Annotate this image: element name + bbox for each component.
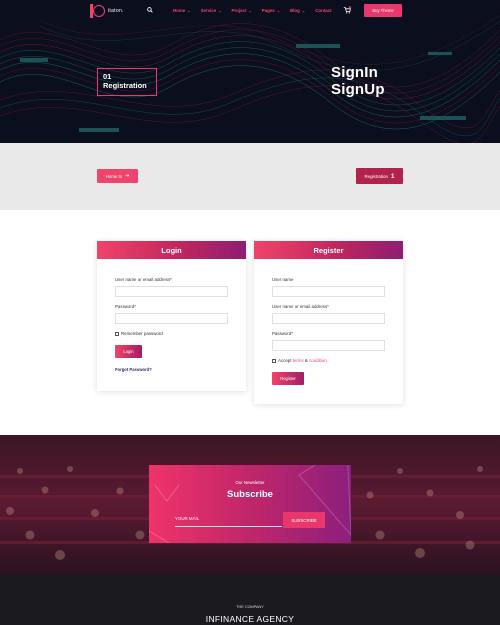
main-menu: Home ⌄ Service ⌄ Project ⌄ Pages ⌄ Blog ⌄ Con… [173, 8, 342, 13]
register-card: Register User name User name or email ad… [254, 241, 403, 404]
chevron-down-icon: ⌄ [301, 8, 306, 13]
footer: THE COMPANY INFINANCE AGENCY [0, 575, 500, 625]
arrow-right-icon: ➜ [125, 173, 130, 179]
chevron-down-icon: ⌄ [276, 8, 281, 13]
logo-text: itaton. [108, 8, 124, 14]
breadcrumb-band: Home to ➜ Registration 1 [0, 143, 500, 210]
menu-item-home[interactable]: Home ⌄ [173, 8, 191, 13]
condition-link[interactable]: condition [309, 358, 327, 363]
buy-theme-button[interactable]: Buy Theme [364, 4, 402, 17]
newsletter-kicker: Our Newsletter [235, 480, 265, 485]
menu-item-contact[interactable]: Contact [315, 8, 331, 13]
accept-prefix: Accept [278, 358, 292, 363]
login-title: Login [97, 241, 246, 259]
forgot-password-link[interactable]: Forgot Password? [115, 367, 152, 372]
terms-link[interactable]: terms [293, 358, 304, 363]
current-breadcrumb: Registration 1 [356, 168, 403, 184]
register-username-label: User name [272, 277, 294, 282]
home-breadcrumb-button[interactable]: Home to ➜ [97, 169, 138, 183]
remember-label: Remember password [121, 331, 163, 336]
accept-terms-row: Accept terms & condition [272, 358, 327, 363]
login-button[interactable]: Login [115, 345, 142, 358]
remember-row: Remember password [115, 331, 163, 336]
newsletter-title: Subscribe [227, 489, 273, 500]
accept-terms-checkbox[interactable] [272, 358, 276, 363]
hero-title-line2: SignUp [331, 81, 385, 98]
and-label: & [304, 358, 308, 363]
decorative-shapes [149, 465, 351, 543]
newsletter-box: Our Newsletter Subscribe YOUR MAIL SUBSC… [149, 465, 351, 543]
menu-item-pages[interactable]: Pages ⌄ [262, 8, 280, 13]
hero-title-line1: SignIn [331, 64, 379, 81]
register-password-input[interactable] [272, 340, 385, 351]
register-email-label: User name or email address* [272, 304, 329, 309]
login-username-input[interactable] [115, 286, 228, 297]
current-breadcrumb-label: Registration [364, 173, 388, 179]
chevron-down-icon: ⌄ [248, 8, 252, 13]
mail-input-underline [175, 526, 282, 527]
register-title: Register [254, 241, 403, 259]
login-card: Login User name or email address* Passwo… [97, 241, 246, 391]
chevron-down-icon: ⌄ [218, 8, 222, 13]
remember-checkbox[interactable] [115, 331, 119, 336]
current-breadcrumb-number: 1 [390, 172, 395, 180]
menu-item-project[interactable]: Project ⌄ [232, 8, 252, 13]
register-button[interactable]: Register [272, 372, 304, 385]
chevron-down-icon: ⌄ [187, 8, 191, 13]
navbar: itaton. Home ⌄ Service ⌄ Project ⌄ Pages ⌄ B… [0, 0, 500, 22]
step-label: Registration [103, 81, 147, 90]
login-username-label: User name or email address* [115, 277, 172, 282]
search-icon[interactable] [147, 7, 153, 13]
register-password-label: Password* [272, 331, 293, 336]
logo[interactable]: itaton. [90, 4, 124, 18]
hero-banner: itaton. Home ⌄ Service ⌄ Project ⌄ Pages ⌄ B… [0, 0, 500, 143]
logo-mark-icon [90, 4, 105, 18]
footer-title: INFINANCE AGENCY [205, 614, 295, 624]
register-username-input[interactable] [272, 286, 385, 297]
step-box: 01 Registration [97, 68, 157, 96]
register-email-input[interactable] [272, 313, 385, 324]
step-number: 01 [103, 72, 112, 81]
subscribe-button[interactable]: SUBSCRIBE [283, 512, 325, 528]
login-password-input[interactable] [115, 313, 228, 324]
home-breadcrumb-label: Home to [105, 173, 123, 179]
footer-kicker: THE COMPANY [236, 605, 264, 609]
cart-icon[interactable] [343, 6, 351, 14]
menu-item-service[interactable]: Service ⌄ [201, 8, 222, 13]
hero-title: SignIn SignUp [331, 64, 385, 98]
login-password-label: Password* [115, 304, 136, 309]
mail-input[interactable]: YOUR MAIL [175, 516, 199, 521]
menu-item-blog[interactable]: Blog ⌄ [290, 8, 305, 13]
